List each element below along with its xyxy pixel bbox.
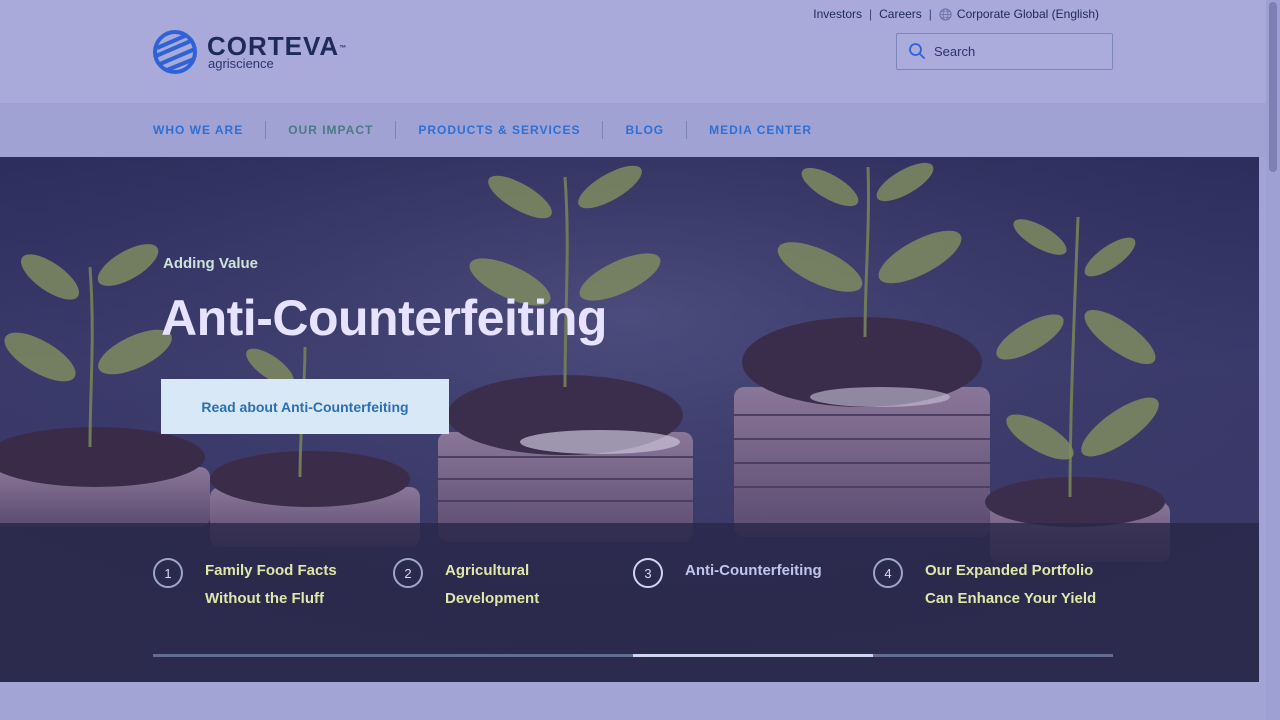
investors-link[interactable]: Investors xyxy=(813,7,862,21)
main-nav-list: WHO WE ARE OUR IMPACT PRODUCTS & SERVICE… xyxy=(153,103,812,157)
slide-title: Our Expanded Portfolio Can Enhance Your … xyxy=(925,562,1097,607)
nav-item-who-we-are[interactable]: WHO WE ARE xyxy=(153,123,243,137)
utility-links: Investors | Careers | Corporate Global (… xyxy=(813,6,1099,22)
scrollbar-thumb[interactable] xyxy=(1269,2,1277,172)
nav-separator xyxy=(686,121,688,139)
carousel-slide-nav: 1 Family Food Facts Without the Fluff 2 … xyxy=(0,523,1259,682)
below-fold-section xyxy=(0,682,1266,720)
search-box[interactable] xyxy=(896,33,1113,70)
region-language-selector[interactable]: Corporate Global (English) xyxy=(957,7,1099,21)
nav-item-products-services[interactable]: PRODUCTS & SERVICES xyxy=(418,123,580,137)
nav-separator xyxy=(265,121,267,139)
globe-icon xyxy=(939,8,952,24)
main-nav: WHO WE ARE OUR IMPACT PRODUCTS & SERVICE… xyxy=(0,103,1266,157)
page-scrollbar[interactable] xyxy=(1266,0,1280,720)
nav-separator xyxy=(395,121,397,139)
slide-title: Anti-Counterfeiting xyxy=(685,562,822,579)
logo-subtitle: agriscience xyxy=(208,56,274,71)
slide-number: 4 xyxy=(873,558,903,588)
careers-link[interactable]: Careers xyxy=(879,7,922,21)
logo-trademark: ™ xyxy=(339,45,347,52)
slide-title: Family Food Facts Without the Fluff xyxy=(205,562,337,607)
hero-title: Anti-Counterfeiting xyxy=(161,290,607,346)
nav-item-blog[interactable]: BLOG xyxy=(625,123,664,137)
hero-carousel: Adding Value Anti-Counterfeiting Read ab… xyxy=(0,157,1259,682)
carousel-progress-track xyxy=(153,654,1113,657)
hero-eyebrow: Adding Value xyxy=(163,255,259,272)
search-icon[interactable] xyxy=(908,42,928,62)
corteva-logo[interactable]: CORTEVA™ agriscience xyxy=(153,30,383,76)
nav-item-our-impact[interactable]: OUR IMPACT xyxy=(288,123,373,137)
slide-number: 3 xyxy=(633,558,663,588)
slide-title: Agricultural Development xyxy=(445,562,540,607)
nav-separator xyxy=(602,121,604,139)
carousel-progress-indicator xyxy=(633,654,873,657)
slide-number: 2 xyxy=(393,558,423,588)
site-header: CORTEVA™ agriscience Investors | Careers… xyxy=(0,0,1266,103)
utility-separator: | xyxy=(868,7,873,21)
utility-separator: | xyxy=(928,7,932,21)
nav-item-media-center[interactable]: MEDIA CENTER xyxy=(709,123,812,137)
page: CORTEVA™ agriscience Investors | Careers… xyxy=(0,0,1280,720)
corteva-logo-icon xyxy=(153,30,197,74)
search-input[interactable] xyxy=(934,44,1094,59)
read-about-button[interactable]: Read about Anti-Counterfeiting xyxy=(161,379,449,434)
slide-number: 1 xyxy=(153,558,183,588)
